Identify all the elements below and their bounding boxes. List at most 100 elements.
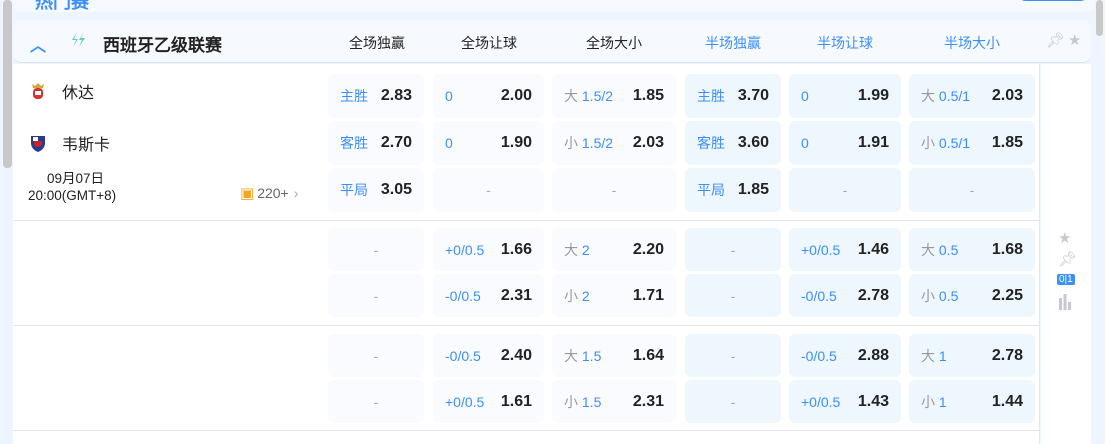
odds-label: 0 (801, 88, 809, 104)
odds-label: 小 1.5 (564, 392, 601, 412)
odds-line: +0/0.5 (445, 241, 485, 258)
odds-cell-full-1x2[interactable]: 主胜 2.83 (328, 74, 424, 118)
odds-label: 客胜 (697, 133, 725, 153)
left-scrollbar[interactable] (3, 0, 12, 168)
odds-line-type: 大 (564, 347, 578, 364)
odds-cell-full-handicap[interactable]: -0/0.5 2.31 (433, 274, 544, 317)
odds-cell-half-1x2: - (685, 274, 781, 317)
odds-label: 大 1.5 (564, 346, 601, 366)
odds-cell-full-handicap[interactable]: 0 2.00 (433, 74, 544, 118)
odds-line: 0.5 (938, 241, 959, 258)
away-team[interactable]: 韦斯卡 (28, 131, 110, 155)
odds-value: 1.64 (632, 346, 664, 364)
odds-line: 0 (445, 135, 453, 151)
markets-icon: ▣ (240, 185, 255, 202)
odds-value: 1.85 (632, 87, 664, 104)
odds-cell-half-handicap[interactable]: +0/0.5 1.46 (789, 228, 901, 271)
odds-cell-half-total[interactable]: 小 1 1.44 (909, 380, 1035, 423)
odds-value: 1.61 (500, 392, 532, 410)
pin-icon[interactable]: 📌︎ (1058, 250, 1077, 268)
odds-label: 小 0.5 (921, 286, 958, 306)
odds-cell-full-handicap[interactable]: +0/0.5 1.66 (433, 228, 544, 271)
odds-cell-full-total[interactable]: 大 1.5/2 1.85 (552, 74, 676, 118)
odds-cell-half-total[interactable]: 大 0.5/1 2.03 (909, 74, 1035, 118)
odds-label: +0/0.5 (445, 394, 484, 410)
odds-cell-full-1x2[interactable]: 客胜 2.70 (328, 121, 424, 165)
odds-line: 0.5 (938, 287, 959, 304)
column-header-full-1x2: 全场独赢 (349, 35, 405, 51)
odds-cell-half-1x2[interactable]: 平局 1.85 (685, 168, 781, 212)
odds-cell-full-handicap: - (433, 168, 544, 212)
odds-line: 主胜 (340, 88, 368, 104)
odds-cell-half-1x2: - (685, 228, 781, 271)
odds-value: 3.05 (380, 181, 412, 198)
odds-cell-full-handicap[interactable]: 0 1.90 (433, 121, 544, 165)
odds-value: 1.85 (991, 134, 1023, 151)
odds-value: 2.88 (857, 346, 889, 364)
odds-label: 平局 (340, 180, 368, 200)
odds-label: 大 0.5/1 (921, 86, 970, 106)
odds-cell-half-handicap[interactable]: 0 1.99 (789, 74, 901, 118)
odds-value: 1.68 (991, 240, 1023, 258)
home-team[interactable]: 休达 (28, 79, 94, 103)
odds-value: 1.91 (857, 134, 889, 151)
column-header-full-total: 全场大小 (586, 35, 642, 51)
odds-line: 2 (581, 241, 590, 258)
odds-cell-half-total[interactable]: 小 0.5/1 1.85 (909, 121, 1035, 165)
odds-cell-half-handicap[interactable]: +0/0.5 1.43 (789, 380, 901, 423)
stats-icon[interactable] (1058, 294, 1072, 314)
odds-line-type: 大 (921, 347, 935, 364)
odds-label: 大 0.5 (921, 240, 958, 260)
odds-cell-full-1x2[interactable]: 平局 3.05 (328, 168, 424, 212)
odds-value: 1.46 (857, 240, 889, 258)
pin-icon[interactable]: 📌︎ (1046, 31, 1065, 49)
odds-value: 1.90 (500, 134, 532, 151)
more-markets-link[interactable]: ▣ 220+ › (240, 184, 298, 202)
odds-label: 主胜 (340, 86, 368, 106)
odds-line: 1.5 (581, 347, 602, 364)
odds-cell-half-total[interactable]: 大 0.5 1.68 (909, 228, 1035, 271)
odds-cell-half-1x2: - (685, 380, 781, 423)
odds-cell-full-total[interactable]: 大 1.5 1.64 (552, 334, 676, 377)
odds-cell-full-total[interactable]: 小 2 1.71 (552, 274, 676, 317)
odds-label: -0/0.5 (445, 348, 481, 364)
odds-value: 2.78 (991, 346, 1023, 364)
odds-cell-half-total[interactable]: 大 1 2.78 (909, 334, 1035, 377)
odds-line: -0/0.5 (801, 347, 837, 364)
odds-cell-half-total: - (909, 168, 1035, 212)
page-scrollbar[interactable] (1096, 0, 1103, 36)
odds-line-type: 大 (921, 88, 935, 104)
odds-cell-half-1x2[interactable]: 客胜 3.60 (685, 121, 781, 165)
odds-cell-half-1x2[interactable]: 主胜 3.70 (685, 74, 781, 118)
odds-value: 2.20 (632, 240, 664, 258)
odds-value: 1.43 (857, 392, 889, 410)
match-date: 09月07日 (47, 171, 105, 186)
odds-label: 0 (445, 135, 453, 151)
odds-line-type: 小 (564, 393, 578, 410)
score-icon[interactable]: 0|1 (1057, 274, 1075, 285)
odds-value: 3.70 (737, 87, 769, 104)
odds-line: 0.5/1 (938, 135, 971, 151)
odds-cell-full-handicap[interactable]: +0/0.5 1.61 (433, 380, 544, 423)
odds-cell-full-handicap[interactable]: -0/0.5 2.40 (433, 334, 544, 377)
odds-cell-half-total[interactable]: 小 0.5 2.25 (909, 274, 1035, 317)
odds-cell-full-1x2: - (328, 228, 424, 271)
odds-cell-half-handicap[interactable]: -0/0.5 2.88 (789, 334, 901, 377)
odds-line: 1.5/2 (581, 88, 614, 104)
odds-cell-half-handicap[interactable]: 0 1.91 (789, 121, 901, 165)
odds-cell-half-handicap[interactable]: -0/0.5 2.78 (789, 274, 901, 317)
section-title: 热门赛 (35, 0, 89, 12)
star-icon[interactable]: ★ (1058, 229, 1071, 247)
odds-cell-full-total[interactable]: 小 1.5/2 2.03 (552, 121, 676, 165)
top-button[interactable] (1018, 0, 1088, 1)
odds-cell-full-total[interactable]: 大 2 2.20 (552, 228, 676, 271)
odds-value: 2.70 (380, 134, 412, 151)
odds-value: 2.25 (991, 286, 1023, 304)
chevron-up-icon[interactable]: ︿ (30, 32, 46, 56)
odds-label: -0/0.5 (445, 288, 481, 304)
star-icon[interactable]: ★ (1068, 31, 1081, 49)
odds-label: 0 (801, 135, 809, 151)
odds-cell-full-total[interactable]: 小 1.5 2.31 (552, 380, 676, 423)
odds-line: 1.5 (581, 393, 602, 410)
away-team-name: 韦斯卡 (62, 137, 111, 154)
